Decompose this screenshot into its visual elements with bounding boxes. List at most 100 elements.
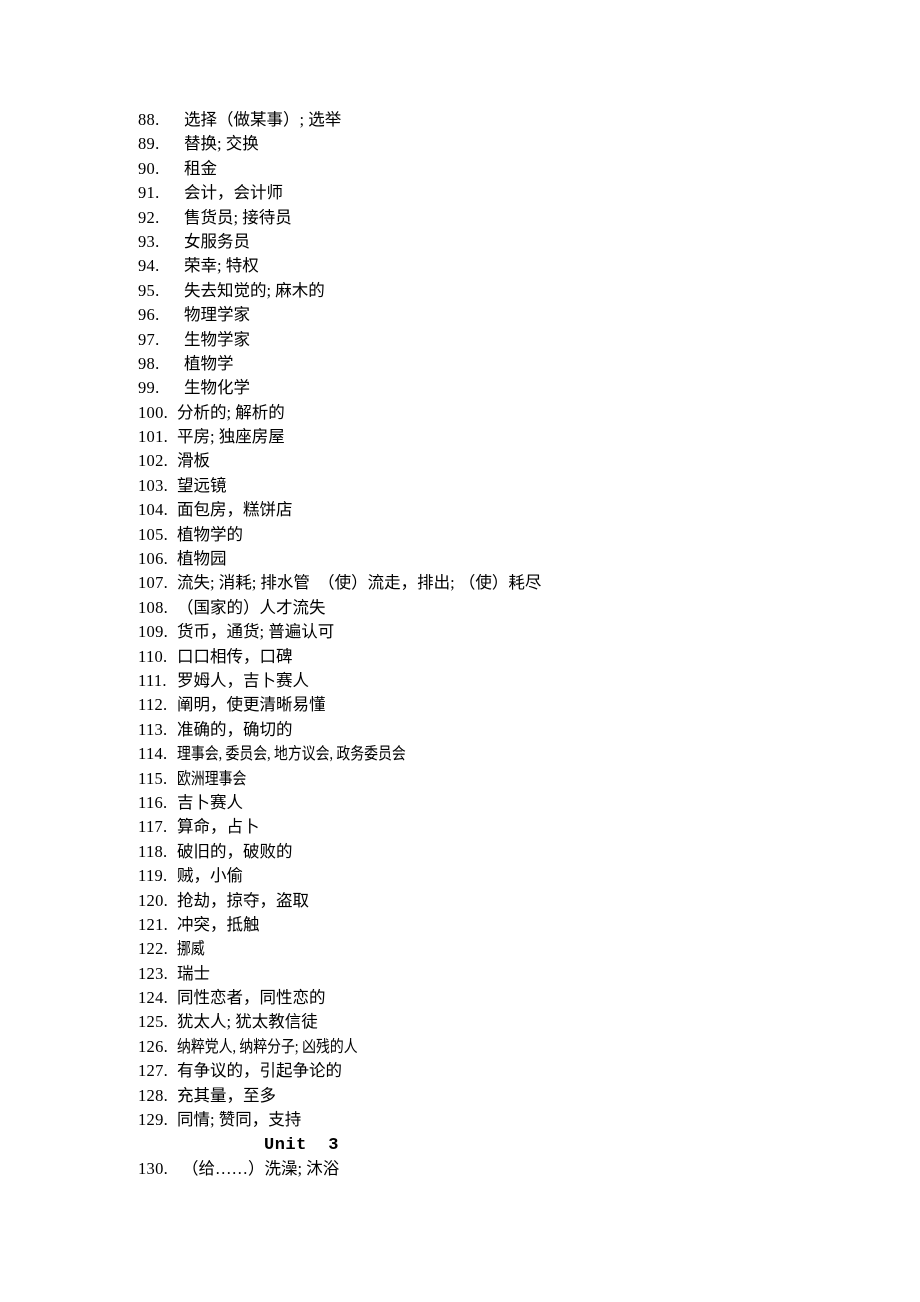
vocab-entry: 128. 充其量，至多 xyxy=(138,1084,858,1108)
vocab-entry-text: 售货员; 接待员 xyxy=(184,207,292,227)
vocab-entry-number: 114. xyxy=(138,744,168,764)
vocab-entry: 99. 生物化学 xyxy=(138,376,858,400)
vocab-entry-number: 91. xyxy=(138,183,160,203)
vocab-entry: 118. 破旧的，破败的 xyxy=(138,840,858,864)
vocab-entry: 120. 抢劫，掠夺，盗取 xyxy=(138,889,858,913)
vocab-entry-text: 滑板 xyxy=(177,451,210,471)
vocab-entry: 92. 售货员; 接待员 xyxy=(138,206,858,230)
vocab-entry: 110. 口口相传，口碑 xyxy=(138,645,858,669)
vocab-entry-number: 111. xyxy=(138,670,167,690)
vocab-entry: 104. 面包房，糕饼店 xyxy=(138,498,858,522)
vocab-entry-text: 植物学的 xyxy=(177,524,243,544)
vocab-entry-number: 120. xyxy=(138,890,169,910)
vocab-entry: 94. 荣幸; 特权 xyxy=(138,254,858,278)
vocab-entry-text: 替换; 交换 xyxy=(184,134,259,154)
vocab-entry-text: 生物化学 xyxy=(184,378,250,398)
vocab-entry-text: 吉卜赛人 xyxy=(177,792,243,812)
vocab-entry-number: 119. xyxy=(138,866,168,886)
vocab-entry: 122. 挪威 xyxy=(138,937,858,961)
vocab-entry: 125. 犹太人; 犹太教信徒 xyxy=(138,1010,858,1034)
vocab-entry-number: 95. xyxy=(138,280,160,300)
vocab-entry-text: 荣幸; 特权 xyxy=(184,256,259,276)
vocab-entry-number: 104. xyxy=(138,500,169,520)
vocab-entry: 116. 吉卜赛人 xyxy=(138,791,858,815)
vocab-entry-text: 准确的，确切的 xyxy=(177,719,293,739)
vocab-entry: 105. 植物学的 xyxy=(138,523,858,547)
vocab-entry-number: 97. xyxy=(138,329,160,349)
vocab-entry-number: 89. xyxy=(138,134,160,154)
vocab-entry: 103. 望远镜 xyxy=(138,474,858,498)
vocab-entry-text: 望远镜 xyxy=(177,475,227,495)
vocab-entry-number: 110. xyxy=(138,646,168,666)
vocab-entry-number: 93. xyxy=(138,231,160,251)
vocab-entry-text: 欧洲理事会 xyxy=(177,768,247,788)
vocab-entry: 124. 同性恋者，同性恋的 xyxy=(138,986,858,1010)
vocab-entry-number: 102. xyxy=(138,451,169,471)
vocab-entry: 108. （国家的）人才流失 xyxy=(138,596,858,620)
vocab-entry-number: 108. xyxy=(138,597,169,617)
vocab-entry-number: 96. xyxy=(138,305,160,325)
vocab-entry-number: 98. xyxy=(138,353,160,373)
vocab-entry-number: 94. xyxy=(138,256,160,276)
vocab-entry-number: 118. xyxy=(138,841,168,861)
vocab-entry-text: 算命，占卜 xyxy=(177,817,260,837)
vocab-entry-number: 125. xyxy=(138,1012,169,1032)
vocab-entry-text: 瑞士 xyxy=(177,963,210,983)
vocab-entry-number: 123. xyxy=(138,963,169,983)
vocab-entry-number: 115. xyxy=(138,768,168,788)
vocab-entry: 96. 物理学家 xyxy=(138,303,858,327)
vocab-entry-number: 88. xyxy=(138,110,160,129)
vocab-entry-text: （给……）洗澡; 沐浴 xyxy=(182,1159,340,1179)
vocab-entry-number: 109. xyxy=(138,622,169,642)
vocab-entry-text: 纳粹党人, 纳粹分子; 凶残的人 xyxy=(177,1036,358,1056)
vocab-entry-number: 112. xyxy=(138,695,168,715)
vocab-entry-number: 116. xyxy=(138,792,168,812)
vocab-entry-text: 抢劫，掠夺，盗取 xyxy=(177,890,309,910)
unit-heading-row: Unit 3 xyxy=(138,1132,858,1157)
vocab-entry-text: 面包房，糕饼店 xyxy=(177,500,293,520)
vocab-entry-text: 租金 xyxy=(184,158,217,178)
vocab-entry: 109. 货币，通货; 普遍认可 xyxy=(138,620,858,644)
vocab-entry-text: 分析的; 解析的 xyxy=(177,402,285,422)
vocab-entry-text: 同性恋者，同性恋的 xyxy=(177,988,326,1008)
vocab-entry: 102. 滑板 xyxy=(138,449,858,473)
vocab-entry-number: 113. xyxy=(138,719,168,739)
vocab-entry-number: 103. xyxy=(138,475,169,495)
vocab-entry-number: 90. xyxy=(138,158,160,178)
vocab-entry: 100. 分析的; 解析的 xyxy=(138,401,858,425)
vocab-entry-text: 选择（做某事）; 选举 xyxy=(184,110,342,129)
unit-heading: Unit 3 xyxy=(264,1136,339,1156)
vocab-entry: 88. 选择（做某事）; 选举 xyxy=(138,108,858,132)
vocab-entry: 123. 瑞士 xyxy=(138,962,858,986)
document-page: 88. 选择（做某事）; 选举 89. 替换; 交换 90. 租金 91. 会计，会计师 92.… xyxy=(0,0,920,1302)
vocab-entry: 98. 植物学 xyxy=(138,352,858,376)
vocab-entry-text: 平房; 独座房屋 xyxy=(177,427,285,447)
vocab-entry: 93. 女服务员 xyxy=(138,230,858,254)
vocab-entry: 130. （给……）洗澡; 沐浴 xyxy=(138,1157,858,1181)
vocab-entry-number: 99. xyxy=(138,378,160,398)
vocab-entry-number: 126. xyxy=(138,1036,169,1056)
vocab-entry-text: 植物学 xyxy=(184,353,234,373)
vocab-entry-text: 犹太人; 犹太教信徒 xyxy=(177,1012,318,1032)
vocab-entry-text: 生物学家 xyxy=(184,329,250,349)
vocab-entry-number: 129. xyxy=(138,1110,169,1130)
vocab-entry-text: 罗姆人，吉卜赛人 xyxy=(177,670,309,690)
vocab-entry-number: 122. xyxy=(138,939,169,959)
vocab-entry: 119. 贼，小偷 xyxy=(138,864,858,888)
vocab-entry-text: 阐明，使更清晰易懂 xyxy=(177,695,326,715)
vocab-entry-text: 会计，会计师 xyxy=(184,183,283,203)
vocab-entry-text: 物理学家 xyxy=(184,305,250,325)
vocab-entry-text: 流失; 消耗; 排水管 （使）流走，排出; （使）耗尽 xyxy=(177,573,542,593)
vocab-entry-number: 107. xyxy=(138,573,169,593)
vocab-entry: 112. 阐明，使更清晰易懂 xyxy=(138,693,858,717)
vocab-entry-number: 130. xyxy=(138,1159,169,1179)
vocab-entry-text: 挪威 xyxy=(177,939,205,959)
vocab-entry: 91. 会计，会计师 xyxy=(138,181,858,205)
vocab-entry-text: 冲突，抵触 xyxy=(177,914,260,934)
vocab-entry-number: 92. xyxy=(138,207,160,227)
vocab-entry-text: 有争议的，引起争论的 xyxy=(177,1061,342,1081)
vocab-entry: 126. 纳粹党人, 纳粹分子; 凶残的人 xyxy=(138,1035,858,1059)
vocab-entry: 127. 有争议的，引起争论的 xyxy=(138,1059,858,1083)
vocab-entry: 117. 算命，占卜 xyxy=(138,815,858,839)
vocab-entry: 129. 同情; 赞同，支持 xyxy=(138,1108,858,1132)
